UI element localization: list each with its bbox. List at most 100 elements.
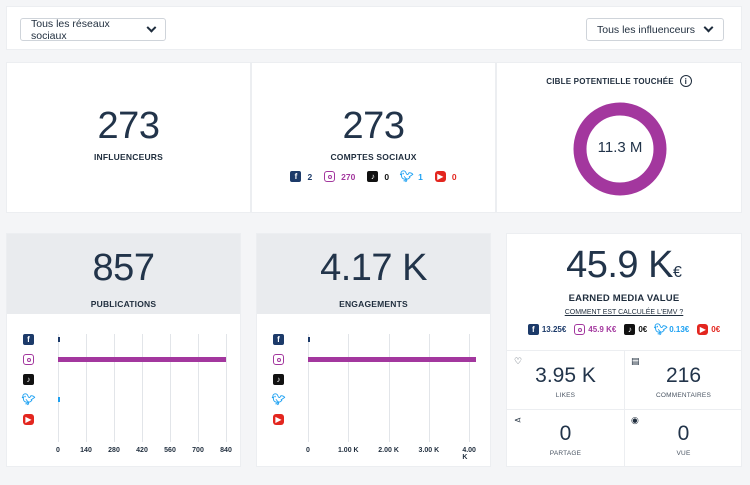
accounts-card: 273 COMPTES SOCIAUX f2 270 ♪ 0 🐦︎ 1 ▶ 0 xyxy=(251,62,496,213)
influencers-label: INFLUENCEURS xyxy=(94,152,163,162)
reach-card: CIBLE POTENTIELLE TOUCHÉE i 11.3 M xyxy=(496,62,742,213)
facebook-bar xyxy=(58,337,60,342)
engagements-card: 4.17 K ENGAGEMENTS f ♪ 🐦︎ ▶ 0 1.00 K 2.00 … xyxy=(256,233,491,467)
reach-title: CIBLE POTENTIELLE TOUCHÉE xyxy=(546,76,674,86)
views-stat: 0 VUE xyxy=(625,422,742,457)
networks-dropdown-label: Tous les réseaux sociaux xyxy=(31,17,110,42)
facebook-bar xyxy=(308,337,310,342)
likes-value: 3.95 K xyxy=(535,364,596,387)
views-label: VUE xyxy=(676,450,691,457)
twitter-icon: 🐦︎ xyxy=(271,394,286,406)
instagram-bar xyxy=(308,357,476,362)
gridline xyxy=(428,334,430,442)
gridline xyxy=(388,334,390,442)
axis-tick-label: 0 xyxy=(56,447,60,454)
comments-label: COMMENTAIRES xyxy=(655,392,711,399)
twitter-icon: 🐦︎ xyxy=(399,171,414,183)
views-value: 0 xyxy=(677,422,690,445)
accounts-count: 273 xyxy=(342,105,405,147)
accounts-breakdown: f2 270 ♪ 0 🐦︎ 1 ▶ 0 xyxy=(252,171,495,183)
emv-card: 45.9 K€ EARNED MEDIA VALUE COMMENT EST C… xyxy=(506,233,742,467)
instagram-icon xyxy=(324,171,336,182)
instagram-icon xyxy=(23,354,34,365)
youtube-icon: ▶ xyxy=(273,414,284,425)
axis-tick-label: 140 xyxy=(80,447,92,454)
comments-value: 216 xyxy=(665,364,702,387)
influencers-dropdown[interactable]: Tous les influenceurs xyxy=(586,18,724,41)
tiktok-count: 0 xyxy=(384,171,390,182)
engagements-axis: 0 1.00 K 2.00 K 3.00 K 4.00 K xyxy=(306,447,476,461)
influencers-card: 273 INFLUENCEURS xyxy=(6,62,251,213)
youtube-icon: ▶ xyxy=(434,171,446,182)
emv-label: EARNED MEDIA VALUE xyxy=(568,293,680,304)
twitter-count: 1 xyxy=(418,171,423,182)
tiktok-emv: 0€ xyxy=(638,325,648,334)
axis-tick-label: 4.00 K xyxy=(462,447,476,461)
emv-info-link[interactable]: COMMENT EST CALCULÉE L'EMV ? xyxy=(507,309,741,316)
shares-label: PARTAGE xyxy=(549,450,582,457)
likes-label: LIKES xyxy=(555,392,576,399)
chevron-down-icon xyxy=(146,22,157,33)
axis-tick-label: 420 xyxy=(136,447,148,454)
publications-count: 857 xyxy=(92,247,155,289)
youtube-count: 0 xyxy=(451,171,457,182)
publications-card: 857 PUBLICATIONS f ♪ 🐦︎ ▶ 0 140 280 420 560 7… xyxy=(6,233,241,467)
networks-dropdown[interactable]: Tous les réseaux sociaux xyxy=(20,17,166,42)
chevron-down-icon xyxy=(703,22,714,33)
tiktok-icon: ♪ xyxy=(367,171,379,182)
instagram-emv: 45.9 K€ xyxy=(588,325,617,334)
gridline xyxy=(308,334,309,442)
info-icon[interactable]: i xyxy=(679,75,692,87)
reach-value: 11.3 M xyxy=(597,139,643,156)
emv-currency: € xyxy=(672,264,682,281)
influencers-count: 273 xyxy=(97,105,160,147)
influencers-dropdown-label: Tous les influenceurs xyxy=(597,23,696,36)
gridline xyxy=(226,334,227,442)
tiktok-icon: ♪ xyxy=(624,324,636,335)
engagements-plot xyxy=(308,334,476,442)
youtube-icon: ▶ xyxy=(697,324,709,335)
twitter-icon: 🐦︎ xyxy=(21,394,36,406)
emv-breakdown: f 13.25€ 45.9 K€ ♪ 0€ 🐦︎ 0.13€ ▶ 0€ xyxy=(507,324,741,336)
axis-tick-label: 3.00 K xyxy=(418,447,440,454)
gridline xyxy=(114,334,115,442)
axis-tick-label: 1.00 K xyxy=(337,447,359,454)
engagements-label: ENGAGEMENTS xyxy=(339,299,408,309)
instagram-count: 270 xyxy=(341,171,356,182)
instagram-bar xyxy=(58,357,226,362)
facebook-count: 2 xyxy=(307,171,313,182)
tiktok-icon: ♪ xyxy=(23,374,34,385)
axis-tick-label: 0 xyxy=(306,447,310,454)
facebook-emv: 13.25€ xyxy=(541,325,567,334)
instagram-icon xyxy=(273,354,284,365)
instagram-icon xyxy=(574,324,586,335)
engagements-count: 4.17 K xyxy=(320,247,427,289)
likes-stat: 3.95 K LIKES xyxy=(507,364,624,399)
filter-bar: Tous les réseaux sociaux Tous les influe… xyxy=(6,6,742,50)
facebook-icon: f xyxy=(273,334,284,345)
gridline xyxy=(170,334,171,442)
comments-stat: 216 COMMENTAIRES xyxy=(625,364,742,399)
axis-tick-label: 840 xyxy=(220,447,232,454)
gridline xyxy=(198,334,199,442)
twitter-emv: 0.13€ xyxy=(669,325,690,334)
facebook-icon: f xyxy=(23,334,34,345)
gridline xyxy=(469,334,471,442)
publications-label: PUBLICATIONS xyxy=(90,299,157,309)
facebook-icon: f xyxy=(527,324,539,335)
tiktok-icon: ♪ xyxy=(273,374,284,385)
accounts-label: COMPTES SOCIAUX xyxy=(330,152,417,162)
gridline xyxy=(348,334,350,442)
axis-tick-label: 700 xyxy=(192,447,204,454)
gridline xyxy=(142,334,143,442)
axis-tick-label: 560 xyxy=(164,447,176,454)
axis-tick-label: 280 xyxy=(108,447,120,454)
emv-value: 45.9 K xyxy=(566,244,673,286)
twitter-bar xyxy=(58,397,60,402)
gridline xyxy=(86,334,87,442)
facebook-icon: f xyxy=(290,171,302,182)
axis-tick-label: 2.00 K xyxy=(378,447,399,454)
youtube-icon: ▶ xyxy=(23,414,34,425)
youtube-emv: 0€ xyxy=(711,325,721,334)
gridline xyxy=(58,334,59,442)
